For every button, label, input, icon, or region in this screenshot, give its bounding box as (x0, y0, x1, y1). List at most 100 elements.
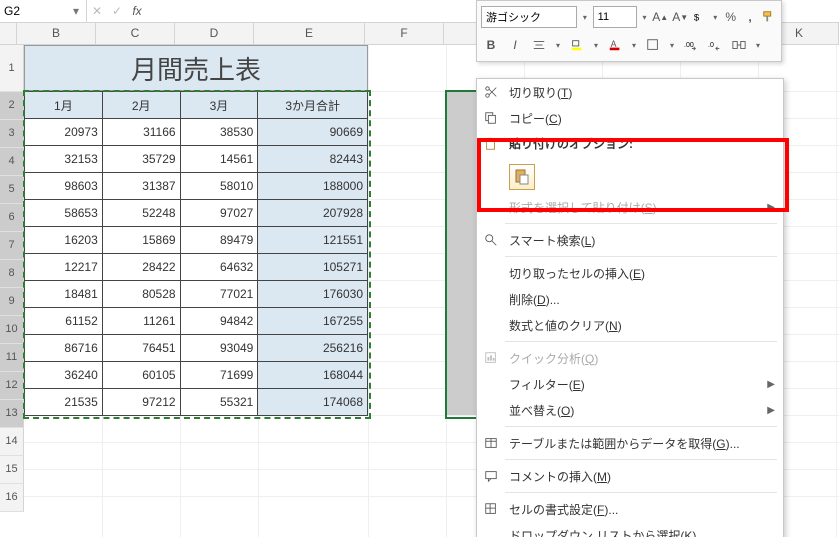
table-row[interactable]: 586535224897027207928 (25, 200, 368, 227)
font-color-dropdown-icon[interactable]: ▾ (629, 35, 639, 55)
bold-icon[interactable]: B (481, 35, 501, 55)
row-header[interactable]: 7 (0, 232, 24, 260)
data-cell[interactable]: 15869 (102, 227, 180, 254)
data-cell[interactable]: 176030 (258, 281, 368, 308)
merge-center-icon[interactable] (729, 35, 749, 55)
font-name-dropdown-icon[interactable]: ▾ (581, 7, 589, 27)
table-row[interactable]: 122172842264632105271 (25, 254, 368, 281)
name-box-input[interactable] (0, 2, 68, 20)
table-row[interactable]: 867167645193049256216 (25, 335, 368, 362)
row-header[interactable]: 8 (0, 260, 24, 288)
table-row[interactable]: 986033138758010188000 (25, 173, 368, 200)
row-header[interactable]: 6 (0, 204, 24, 232)
data-cell[interactable]: 21535 (25, 389, 103, 416)
font-color-icon[interactable]: A (605, 35, 625, 55)
row-header[interactable]: 14 (0, 428, 24, 456)
header-month2[interactable]: 2月 (102, 92, 180, 119)
data-cell[interactable]: 60105 (102, 362, 180, 389)
table-row[interactable]: 162031586989479121551 (25, 227, 368, 254)
data-cell[interactable]: 207928 (258, 200, 368, 227)
name-box-dropdown-icon[interactable]: ▾ (68, 4, 84, 18)
data-cell[interactable]: 77021 (180, 281, 258, 308)
row-header[interactable]: 13 (0, 400, 24, 428)
font-size-input[interactable] (593, 6, 637, 28)
row-header[interactable]: 4 (0, 148, 24, 176)
data-cell[interactable]: 36240 (25, 362, 103, 389)
header-month1[interactable]: 1月 (25, 92, 103, 119)
col-header-b[interactable]: B (17, 23, 96, 44)
ctx-format-cells[interactable]: セルの書式設定(F)... (477, 496, 783, 522)
data-cell[interactable]: 32153 (25, 146, 103, 173)
format-painter-icon[interactable] (762, 7, 777, 27)
row-header[interactable]: 12 (0, 372, 24, 400)
data-cell[interactable]: 97027 (180, 200, 258, 227)
data-cell[interactable]: 35729 (102, 146, 180, 173)
align-center-icon[interactable] (529, 35, 549, 55)
data-cell[interactable]: 11261 (102, 308, 180, 335)
row-header[interactable]: 5 (0, 176, 24, 204)
ctx-get-data[interactable]: テーブルまたは範囲からデータを取得(G)... (477, 430, 783, 456)
table-row[interactable]: 184818052877021176030 (25, 281, 368, 308)
row-header[interactable]: 9 (0, 288, 24, 316)
ctx-smart-lookup[interactable]: スマート検索(L) (477, 227, 783, 253)
percent-format-icon[interactable]: % (723, 7, 738, 27)
fill-color-icon[interactable] (567, 35, 587, 55)
data-cell[interactable]: 61152 (25, 308, 103, 335)
data-cell[interactable]: 90669 (258, 119, 368, 146)
data-cell[interactable]: 71699 (180, 362, 258, 389)
col-header-c[interactable]: C (96, 23, 175, 44)
data-cell[interactable]: 64632 (180, 254, 258, 281)
increase-decimal-icon[interactable]: .00 (681, 35, 701, 55)
accounting-format-icon[interactable]: $ (692, 7, 707, 27)
accounting-dropdown-icon[interactable]: ▾ (711, 7, 719, 27)
data-cell[interactable]: 168044 (258, 362, 368, 389)
decrease-font-icon[interactable]: A▼ (672, 7, 688, 27)
table-row[interactable]: 362406010571699168044 (25, 362, 368, 389)
table-row[interactable]: 32153357291456182443 (25, 146, 368, 173)
data-cell[interactable]: 31166 (102, 119, 180, 146)
col-header-e[interactable]: E (254, 23, 365, 44)
row-header[interactable]: 2 (0, 92, 24, 120)
row-header[interactable]: 3 (0, 120, 24, 148)
decrease-decimal-icon[interactable]: .0 (705, 35, 725, 55)
col-header-f[interactable]: F (365, 23, 444, 44)
select-all-corner[interactable] (0, 23, 17, 44)
insert-function-icon[interactable]: fx (127, 4, 147, 18)
row-header[interactable]: 1 (0, 45, 24, 92)
table-row[interactable]: 215359721255321174068 (25, 389, 368, 416)
font-name-input[interactable] (481, 6, 577, 28)
data-cell[interactable]: 174068 (258, 389, 368, 416)
data-cell[interactable]: 167255 (258, 308, 368, 335)
align-dropdown-icon[interactable]: ▾ (553, 35, 563, 55)
data-cell[interactable]: 93049 (180, 335, 258, 362)
header-total[interactable]: 3か月合計 (258, 92, 368, 119)
ctx-sort[interactable]: 並べ替え(O) ▶ (477, 397, 783, 423)
data-cell[interactable]: 82443 (258, 146, 368, 173)
data-cell[interactable]: 94842 (180, 308, 258, 335)
row-header[interactable]: 16 (0, 484, 24, 512)
data-cell[interactable]: 98603 (25, 173, 103, 200)
data-cell[interactable]: 20973 (25, 119, 103, 146)
row-header[interactable]: 11 (0, 344, 24, 372)
data-cell[interactable]: 58653 (25, 200, 103, 227)
ctx-filter[interactable]: フィルター(E) ▶ (477, 371, 783, 397)
data-cell[interactable]: 80528 (102, 281, 180, 308)
data-cell[interactable]: 31387 (102, 173, 180, 200)
data-cell[interactable]: 28422 (102, 254, 180, 281)
data-cell[interactable]: 121551 (258, 227, 368, 254)
ctx-delete[interactable]: 削除(D)... (477, 286, 783, 312)
table-row[interactable]: 20973311663853090669 (25, 119, 368, 146)
data-cell[interactable]: 89479 (180, 227, 258, 254)
data-cell[interactable]: 188000 (258, 173, 368, 200)
data-cell[interactable]: 12217 (25, 254, 103, 281)
data-cell[interactable]: 52248 (102, 200, 180, 227)
ctx-copy[interactable]: コピー(C) (477, 105, 783, 131)
table-row[interactable]: 611521126194842167255 (25, 308, 368, 335)
ctx-cut[interactable]: 切り取り(T) (477, 79, 783, 105)
data-cell[interactable]: 256216 (258, 335, 368, 362)
data-cell[interactable]: 14561 (180, 146, 258, 173)
data-cell[interactable]: 105271 (258, 254, 368, 281)
data-cell[interactable]: 58010 (180, 173, 258, 200)
borders-dropdown-icon[interactable]: ▾ (667, 35, 677, 55)
data-cell[interactable]: 16203 (25, 227, 103, 254)
